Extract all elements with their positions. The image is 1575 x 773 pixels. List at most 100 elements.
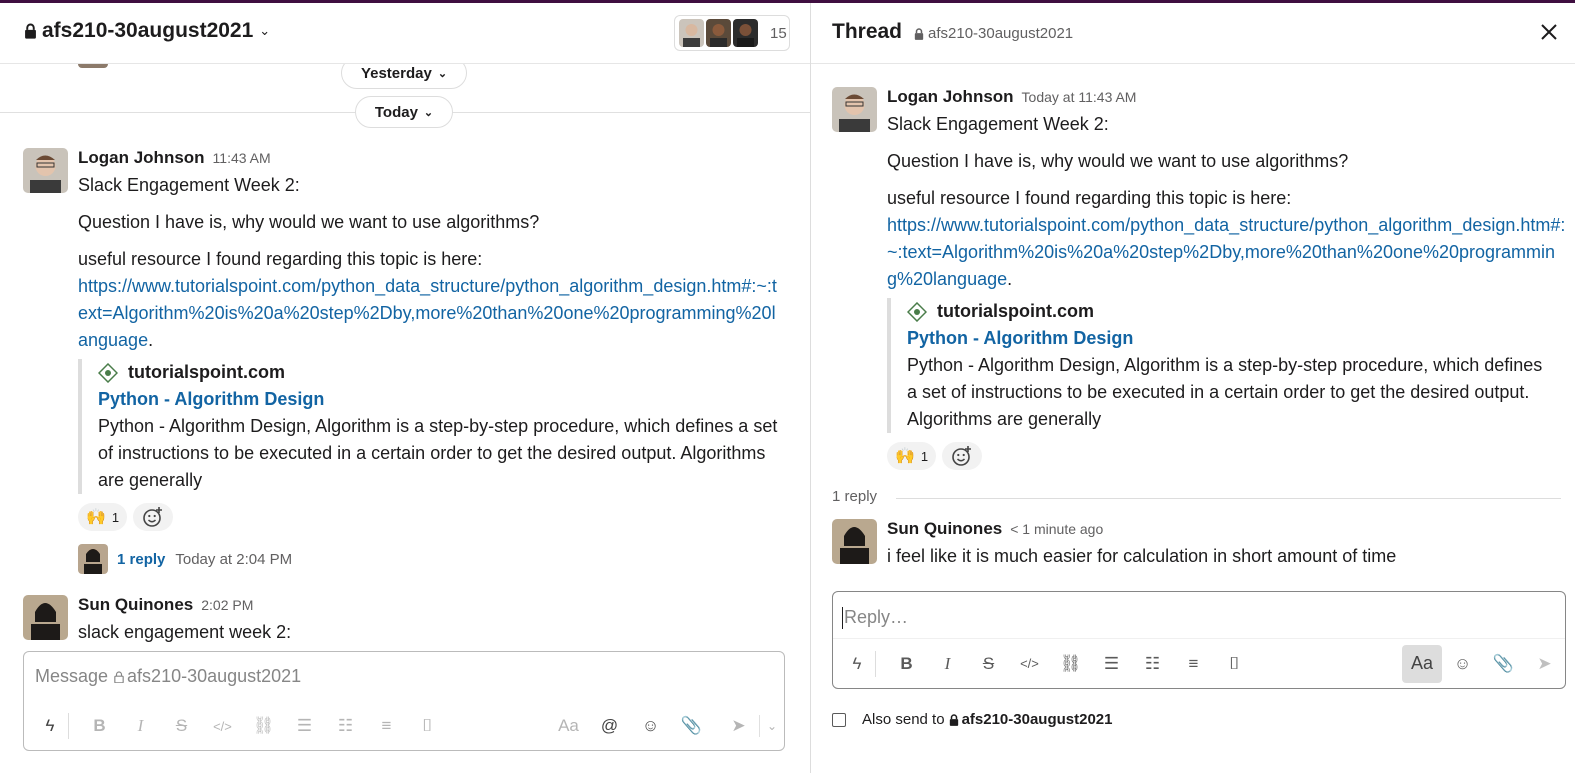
message-composer[interactable]: Message afs210-30august2021 ϟ B I S </> …	[23, 651, 785, 751]
formatting-toggle-button[interactable]: Aa	[548, 709, 589, 743]
italic-button[interactable]: I	[927, 647, 968, 681]
shortcuts-button[interactable]: ϟ	[38, 709, 62, 743]
reply-count-divider-label: 1 reply	[832, 488, 878, 505]
also-send-checkbox[interactable]	[832, 712, 846, 727]
code-button[interactable]: </>	[202, 709, 243, 743]
attach-button[interactable]: 📎	[671, 709, 712, 743]
ordered-list-button[interactable]: ☰	[284, 709, 325, 743]
mention-icon: @	[600, 716, 619, 735]
code-block-button[interactable]: ⌷	[407, 709, 448, 743]
message-link[interactable]: https://www.tutorialspoint.com/python_da…	[887, 215, 1565, 289]
link-suffix: .	[148, 330, 154, 350]
emoji-icon: ☺	[641, 716, 660, 735]
message-timestamp[interactable]: Today at 11:43 AM	[1022, 89, 1137, 105]
bulleted-list-button[interactable]: ☷	[1132, 647, 1173, 681]
member-count: 15	[770, 24, 787, 42]
message-line: i feel like it is much easier for calcul…	[887, 546, 1397, 566]
message-author[interactable]: Logan Johnson	[887, 87, 1014, 106]
send-options-button[interactable]: ⌄	[760, 709, 784, 743]
channel-pane: afs210-30august2021 ⌄ 15 Yesterday ⌄ Toda…	[0, 3, 810, 773]
reaction-raised-hands[interactable]: 🙌 1	[78, 503, 128, 531]
day-divider-label: Today	[374, 103, 418, 121]
channel-header: afs210-30august2021 ⌄ 15	[0, 3, 810, 64]
bold-icon: B	[900, 653, 913, 673]
member-list-button[interactable]: 15	[674, 15, 790, 51]
thread-channel-link[interactable]: afs210-30august2021	[914, 25, 1073, 42]
reaction-raised-hands[interactable]: 🙌 1	[887, 442, 937, 470]
send-icon: ➤	[731, 716, 746, 735]
message-link[interactable]: https://www.tutorialspoint.com/python_da…	[78, 276, 777, 350]
strikethrough-button[interactable]: S	[161, 709, 202, 743]
message-timestamp[interactable]: 11:43 AM	[213, 150, 271, 166]
mention-button[interactable]: @	[589, 709, 630, 743]
message-line: useful resource I found regarding this t…	[78, 249, 483, 269]
thread-reply-count-link[interactable]: 1 reply	[117, 551, 165, 568]
message-line: Slack Engagement Week 2:	[78, 175, 300, 195]
send-button[interactable]: ➤	[1524, 647, 1565, 681]
member-avatar-1	[679, 19, 704, 47]
reply-avatar	[78, 544, 108, 574]
thread-header: Thread afs210-30august2021	[811, 3, 1575, 64]
send-button[interactable]: ➤	[718, 709, 759, 743]
ordered-list-button[interactable]: ☰	[1091, 647, 1132, 681]
blockquote-icon: ≡	[381, 716, 392, 735]
add-reaction-button[interactable]	[942, 442, 983, 470]
unfurl-site-name: tutorialspoint.com	[128, 362, 285, 382]
message-author[interactable]: Logan Johnson	[78, 148, 205, 167]
close-icon[interactable]	[1536, 19, 1562, 45]
blockquote-button[interactable]: ≡	[1173, 647, 1214, 681]
emoji-button[interactable]: ☺	[1442, 647, 1483, 681]
unfurl-title-link[interactable]: Python - Algorithm Design	[98, 386, 783, 413]
avatar[interactable]	[23, 595, 68, 640]
also-send-option[interactable]: Also send to afs210-30august2021	[832, 711, 1113, 728]
bold-button[interactable]: B	[79, 709, 120, 743]
unfurl-title-link[interactable]: Python - Algorithm Design	[907, 325, 1557, 352]
attach-button[interactable]: 📎	[1483, 647, 1524, 681]
day-divider-today[interactable]: Today ⌄	[355, 96, 453, 128]
message-timestamp[interactable]: 2:02 PM	[201, 597, 253, 613]
bulleted-list-button[interactable]: ☷	[325, 709, 366, 743]
bold-button[interactable]: B	[886, 647, 927, 681]
code-block-button[interactable]: ⌷	[1214, 647, 1255, 681]
message-author[interactable]: Sun Quinones	[887, 519, 1002, 538]
message-timestamp[interactable]: < 1 minute ago	[1010, 521, 1103, 537]
composer-placeholder[interactable]: Message afs210-30august2021	[35, 666, 301, 687]
add-reaction-button[interactable]	[133, 503, 174, 531]
link-button[interactable]: ⛓	[1050, 647, 1091, 681]
strikethrough-button[interactable]: S	[968, 647, 1009, 681]
lightning-icon: ϟ	[852, 653, 862, 673]
thread-summary[interactable]: 1 reply Today at 2:04 PM	[78, 544, 788, 574]
member-avatar-3	[733, 19, 758, 47]
channel-name: afs210-30august2021	[42, 19, 254, 42]
bulleted-list-icon: ☷	[1144, 653, 1161, 673]
chevron-down-icon: ⌄	[423, 106, 434, 119]
reply-input[interactable]: Reply…	[841, 607, 908, 629]
emoji-button[interactable]: ☺	[630, 709, 671, 743]
italic-icon: I	[944, 653, 951, 673]
formatting-label: Aa	[558, 716, 579, 735]
link-button[interactable]: ⛓	[243, 709, 284, 743]
formatting-toggle-button[interactable]: Aa	[1402, 644, 1442, 683]
message-line: useful resource I found regarding this t…	[887, 188, 1292, 208]
ordered-list-icon: ☰	[296, 716, 313, 735]
italic-button[interactable]: I	[120, 709, 161, 743]
also-send-label: Also send to	[862, 711, 945, 728]
message-line: slack engagement week 2:	[78, 622, 292, 642]
channel-name-button[interactable]: afs210-30august2021 ⌄	[24, 19, 270, 43]
shortcuts-button[interactable]: ϟ	[845, 647, 869, 681]
add-emoji-icon	[143, 507, 163, 527]
avatar[interactable]	[23, 148, 68, 193]
avatar[interactable]	[832, 519, 877, 564]
lock-icon	[949, 713, 958, 726]
avatar[interactable]	[832, 87, 877, 132]
code-block-icon: ⌷	[1229, 653, 1240, 673]
chevron-down-icon: ⌄	[766, 719, 778, 733]
placeholder-prefix: Message	[35, 666, 109, 686]
strikethrough-icon: S	[175, 716, 188, 735]
day-divider-yesterday[interactable]: Yesterday ⌄	[341, 64, 467, 89]
code-icon: </>	[213, 718, 232, 734]
code-button[interactable]: </>	[1009, 647, 1050, 681]
reply-composer[interactable]: Reply… ϟ B I S </> ⛓ ☰ ☷ ≡ ⌷ Aa ☺ 📎 ➤	[832, 591, 1566, 689]
message-author[interactable]: Sun Quinones	[78, 595, 193, 614]
blockquote-button[interactable]: ≡	[366, 709, 407, 743]
